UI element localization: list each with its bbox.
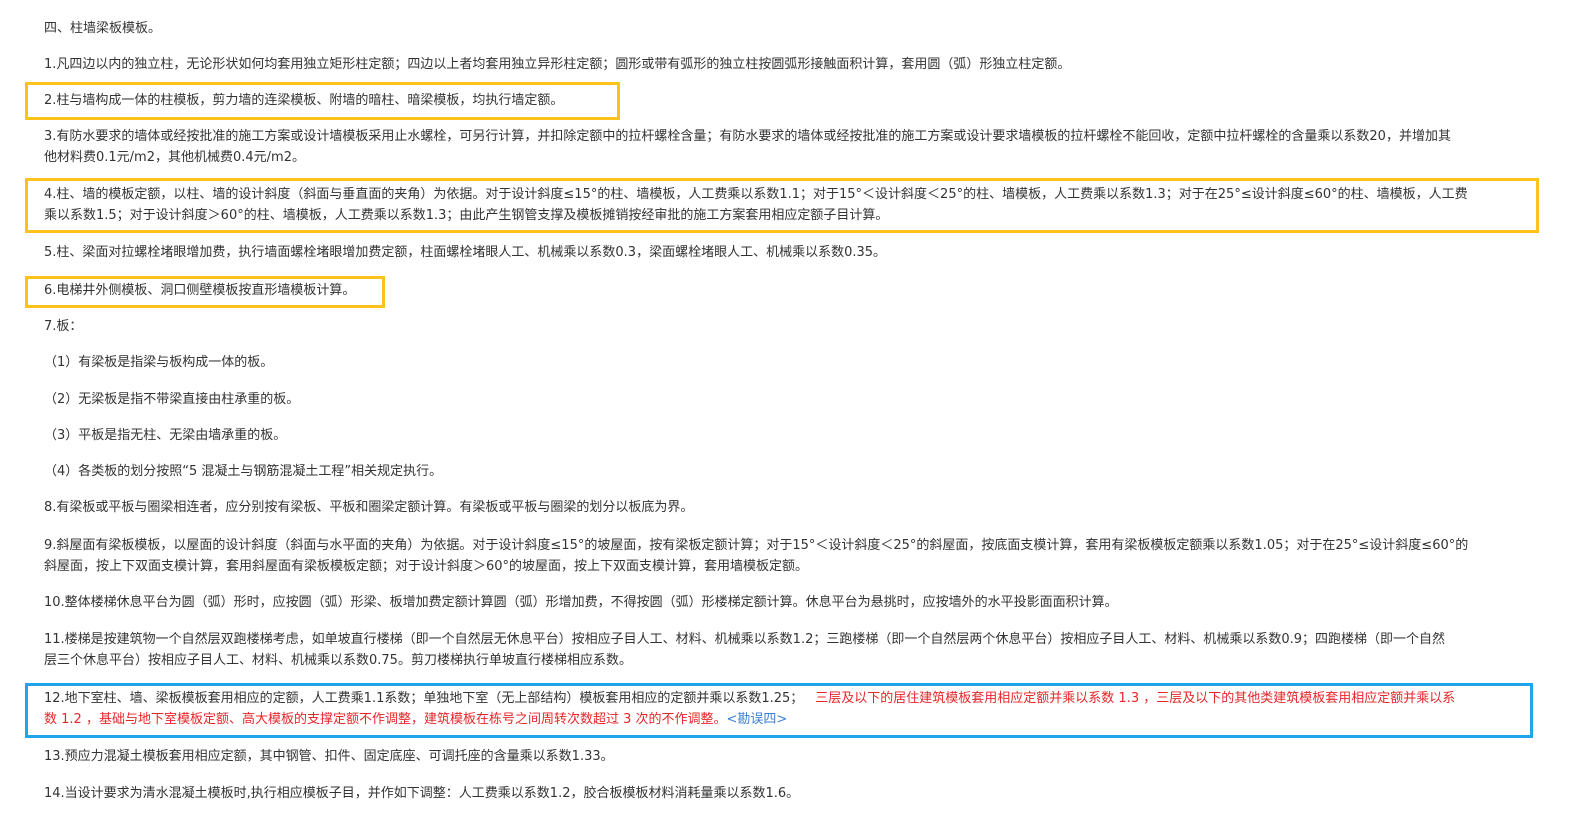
clause-5: 5.柱、梁面对拉螺栓堵眼增加费，执行墙面螺栓堵眼增加费定额，柱面螺栓堵眼人工、机…: [44, 245, 887, 260]
clause-7-sub-4: （4）各类板的划分按照“5 混凝土与钢筋混凝土工程”相关规定执行。: [44, 464, 443, 479]
clause-13: 13.预应力混凝土模板套用相应定额，其中钢管、扣件、固定底座、可调托座的含量乘以…: [44, 749, 614, 764]
clause-3-line-2: 他材料费0.1元/m2，其他机械费0.4元/m2。: [44, 150, 305, 165]
clause-7: 7.板：: [44, 319, 83, 334]
clause-8: 8.有梁板或平板与圈梁相连者，应分别按有梁板、平板和圈梁定额计算。有梁板或平板与…: [44, 500, 694, 515]
erratum-text-line-2: 数 1.2 ，基础与地下室模板定额、高大模板的支撑定额不作调整，建筑模板在栋号之…: [44, 712, 727, 727]
erratum-link[interactable]: <勘误四>: [726, 712, 787, 727]
clause-12-text: 12.地下室柱、墙、梁板模板套用相应的定额，人工费乘1.1系数；单独地下室（无上…: [44, 691, 804, 706]
clause-1: 1.凡四边以内的独立柱，无论形状如何均套用独立矩形柱定额；四边以上者均套用独立异…: [44, 57, 1071, 72]
clause-3-line-1: 3.有防水要求的墙体或经按批准的施工方案或设计墙模板采用止水螺栓，可另行计算，并…: [44, 129, 1451, 144]
clause-9-line-2: 斜屋面，按上下双面支模计算，套用斜屋面有梁板模板定额；对于设计斜度＞60°的坡屋…: [44, 559, 809, 574]
clause-14: 14.当设计要求为清水混凝土模板时,执行相应模板子目，并作如下调整：人工费乘以系…: [44, 786, 800, 801]
clause-2: 2.柱与墙构成一体的柱模板，剪力墙的连梁模板、附墙的暗柱、暗梁模板，均执行墙定额…: [44, 93, 564, 108]
clause-4-line-1: 4.柱、墙的模板定额，以柱、墙的设计斜度（斜面与垂直面的夹角）为依据。对于设计斜…: [44, 187, 1468, 202]
clause-7-sub-2: （2）无梁板是指不带梁直接由柱承重的板。: [44, 392, 300, 407]
section-title: 四、柱墙梁板模板。: [44, 21, 162, 36]
clause-7-sub-3: （3）平板是指无柱、无梁由墙承重的板。: [44, 428, 287, 443]
clause-9-line-1: 9.斜屋面有梁板模板，以屋面的设计斜度（斜面与水平面的夹角）为依据。对于设计斜度…: [44, 538, 1469, 553]
clause-11-line-1: 11.楼梯是按建筑物一个自然层双跑楼梯考虑，如单坡直行楼梯（即一个自然层无休息平…: [44, 632, 1446, 647]
clause-12-line-1: 12.地下室柱、墙、梁板模板套用相应的定额，人工费乘1.1系数；单独地下室（无上…: [44, 689, 1455, 709]
clause-12-line-2: 数 1.2 ，基础与地下室模板定额、高大模板的支撑定额不作调整，建筑模板在栋号之…: [44, 710, 787, 730]
clause-4-line-2: 乘以系数1.5；对于设计斜度＞60°的柱、墙模板，人工费乘以系数1.3；由此产生…: [44, 208, 889, 223]
clause-6: 6.电梯井外侧模板、洞口侧壁模板按直形墙模板计算。: [44, 283, 356, 298]
clause-7-sub-1: （1）有梁板是指梁与板构成一体的板。: [44, 355, 274, 370]
erratum-text-line-1: 三层及以下的居住建筑模板套用相应定额并乘以系数 1.3 ，三层及以下的其他类建筑…: [815, 691, 1456, 706]
clause-10: 10.整体楼梯休息平台为圆（弧）形时，应按圆（弧）形梁、板增加费定额计算圆（弧）…: [44, 595, 1118, 610]
clause-11-line-2: 层三个休息平台）按相应子目人工、材料、机械乘以系数0.75。剪刀楼梯执行单坡直行…: [44, 653, 632, 668]
